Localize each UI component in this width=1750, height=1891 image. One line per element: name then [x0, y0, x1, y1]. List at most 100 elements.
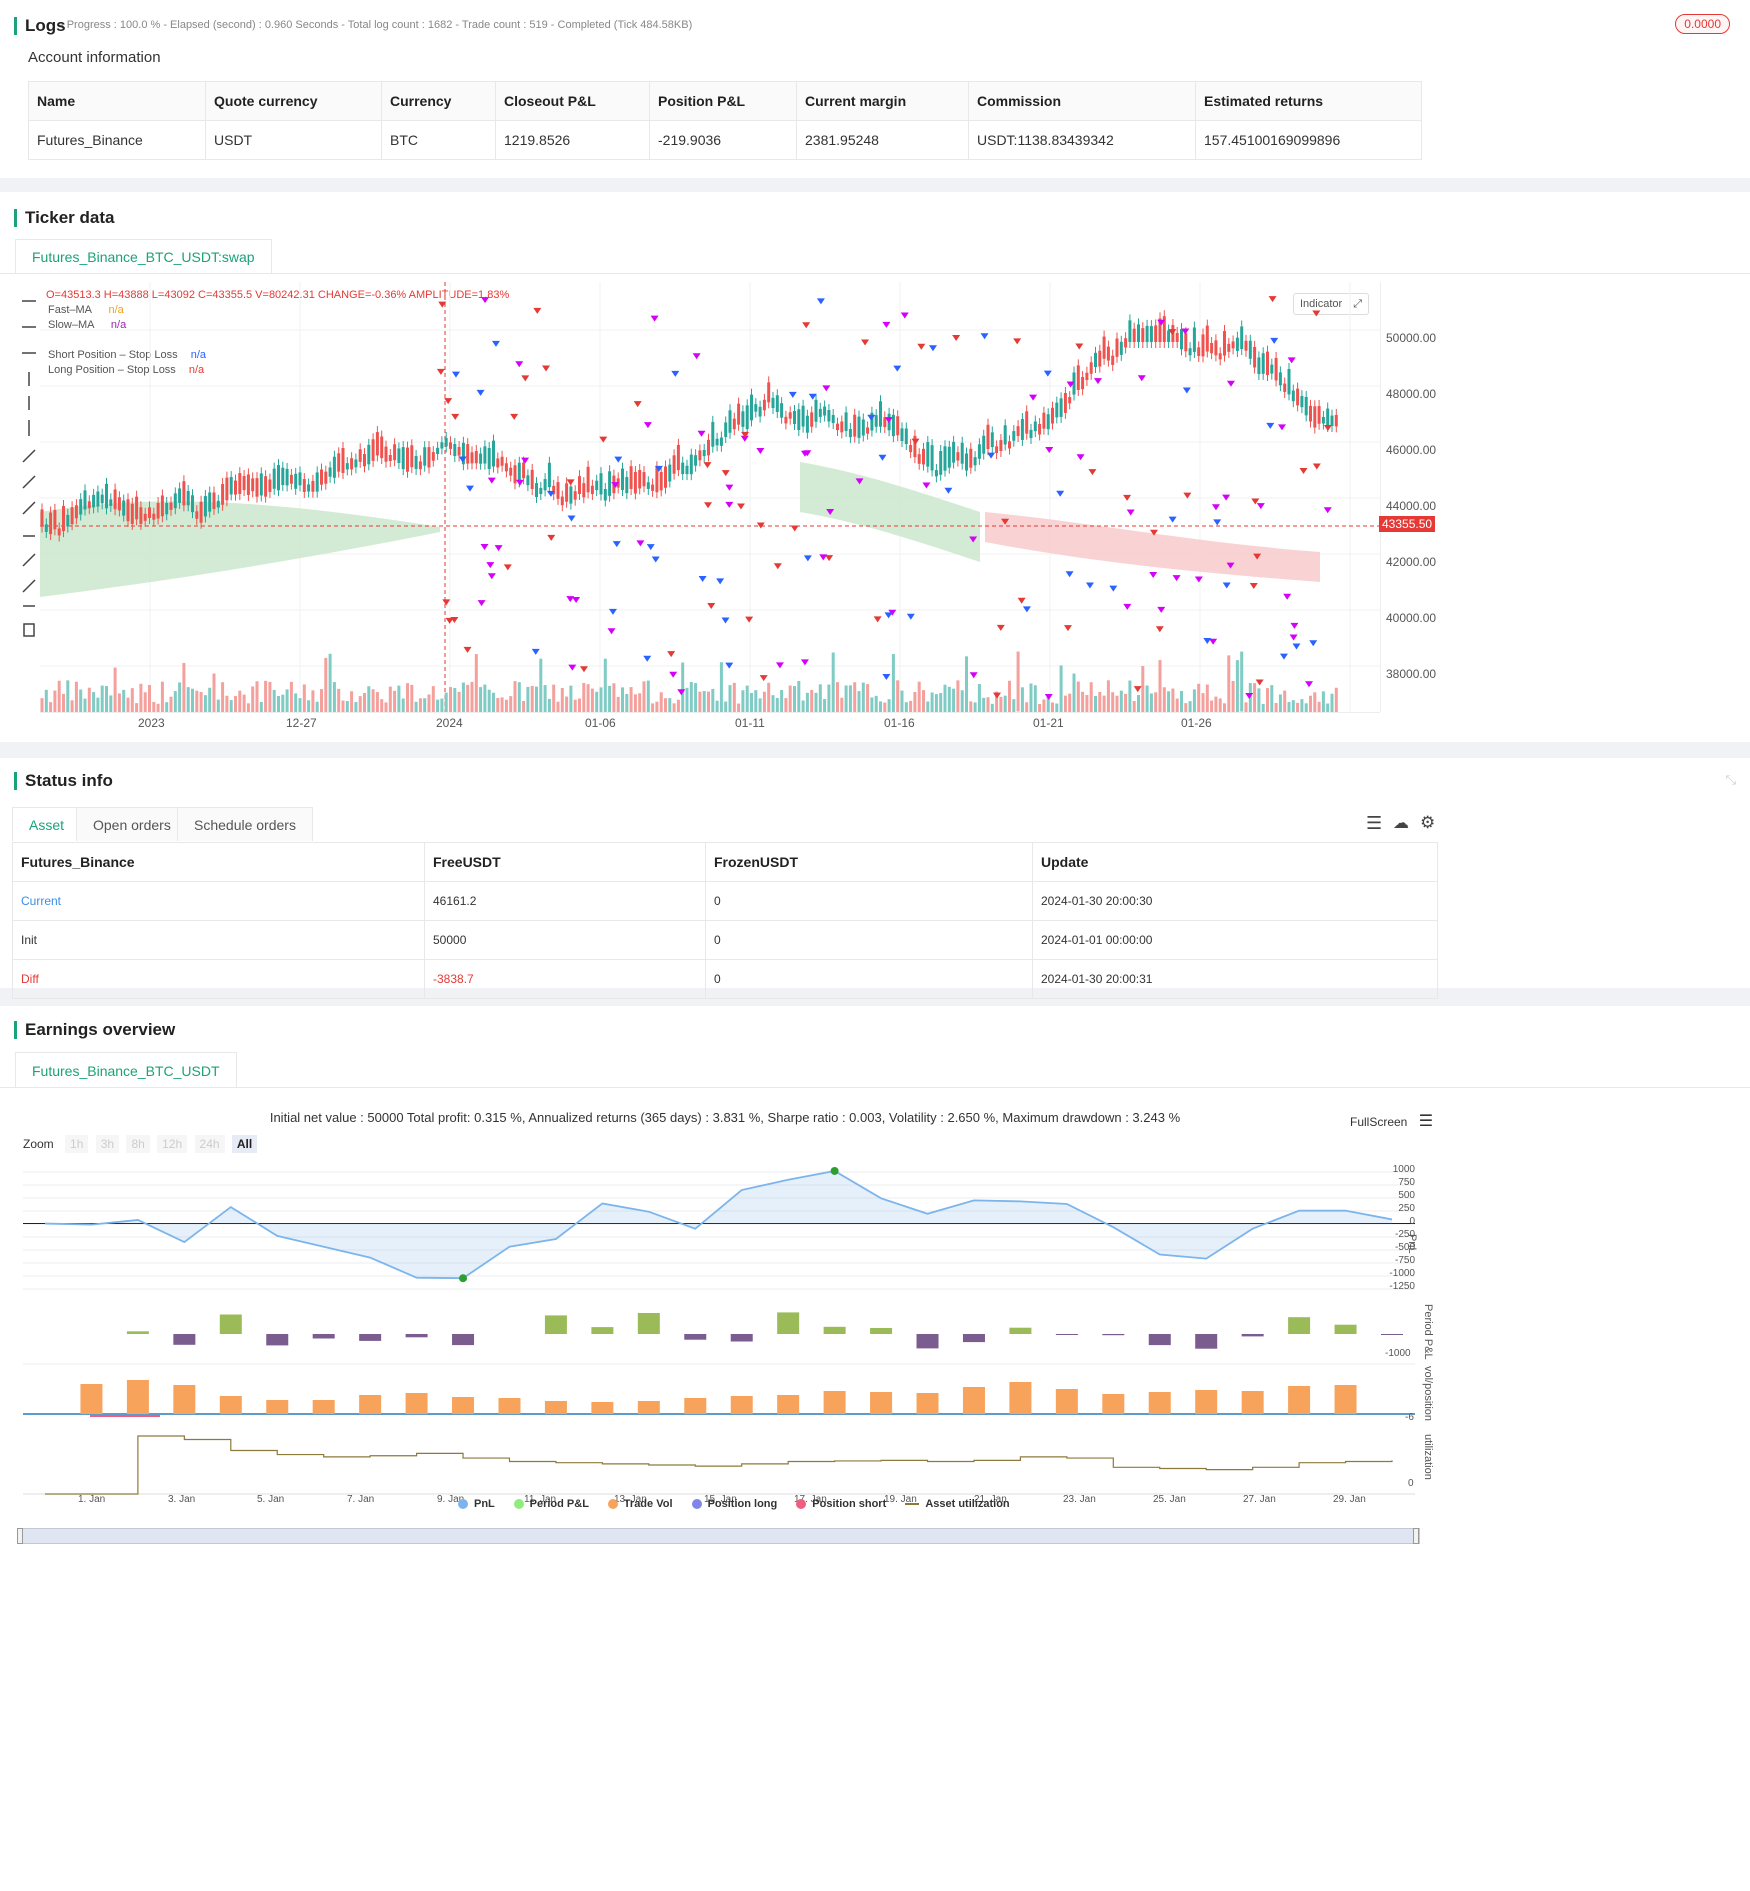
settings-icon[interactable]: ⚙	[1420, 813, 1435, 833]
candle-body	[380, 436, 384, 459]
volume-bar	[1076, 681, 1080, 712]
zoom-1h[interactable]: 1h	[65, 1135, 89, 1153]
segment-line-icon[interactable]	[22, 501, 36, 515]
trade-vol-bar	[777, 1395, 800, 1414]
close-panel-icon[interactable]: ⤡	[1726, 772, 1736, 788]
candle-body	[1167, 330, 1171, 342]
volume-bar	[418, 698, 422, 712]
candle-body	[83, 490, 87, 510]
candle-body	[384, 446, 388, 462]
trade-marker	[980, 333, 989, 340]
trend-line-icon[interactable]	[22, 449, 36, 463]
list-icon[interactable]: ☰	[1366, 813, 1382, 834]
tab-ticker-symbol[interactable]: Futures_Binance_BTC_USDT:swap	[15, 239, 272, 274]
legend-position-long[interactable]: Position long	[691, 1498, 777, 1510]
axis-name-vol: vol/position	[1422, 1366, 1434, 1422]
candle-body	[277, 465, 280, 491]
trade-vol-bar	[591, 1402, 614, 1414]
pnl-tick: -1000	[1389, 1268, 1415, 1279]
parallel-lines-icon[interactable]	[22, 553, 36, 567]
candle-body	[113, 489, 117, 510]
navigator[interactable]	[20, 1528, 1420, 1544]
candle-body	[393, 444, 397, 461]
earnings-chart[interactable]	[0, 1156, 1450, 1546]
axis-name-util: utilization	[1422, 1434, 1434, 1480]
candle-body	[272, 468, 276, 489]
trade-marker	[928, 345, 937, 352]
current-price-label: 43355.50	[1379, 516, 1436, 532]
candlestick-chart[interactable]	[40, 282, 1380, 712]
candle-body	[1076, 365, 1080, 390]
tab-earnings-symbol[interactable]: Futures_Binance_BTC_USDT	[15, 1052, 237, 1088]
volume-bar	[264, 680, 268, 712]
tab-asset[interactable]: Asset	[12, 807, 82, 841]
candle-body	[66, 514, 70, 527]
volume-bar	[1309, 695, 1312, 712]
zoom-3h[interactable]: 3h	[95, 1135, 120, 1153]
zoom-12h[interactable]: 12h	[157, 1135, 188, 1153]
legend-trade-vol[interactable]: Trade Vol	[607, 1498, 673, 1510]
candle-body	[767, 382, 771, 403]
fib-icon[interactable]	[22, 579, 36, 593]
trade-marker	[1063, 625, 1072, 632]
volume-bar	[457, 691, 461, 712]
candle-body	[556, 482, 560, 499]
trade-marker	[697, 430, 706, 437]
volume-bar	[1089, 682, 1093, 712]
navigator-handle-right[interactable]	[1413, 1528, 1419, 1544]
trade-marker	[1137, 375, 1146, 382]
volume-bar	[823, 699, 827, 712]
status-panel: Status info ⤡ Asset Open orders Schedule…	[0, 758, 1750, 999]
legend-period-pnl[interactable]: Period P&L	[513, 1498, 589, 1510]
time-tick: 01-26	[1181, 716, 1212, 730]
volume-bar	[535, 686, 538, 712]
volume-bar	[1231, 681, 1235, 712]
candle-body	[642, 472, 646, 487]
volume-bar	[896, 680, 900, 712]
volume-bar	[771, 695, 775, 712]
axis-name-period: Period P&L	[1422, 1304, 1434, 1360]
legend-position-short[interactable]: Position short	[796, 1498, 886, 1510]
candle-body	[565, 483, 569, 502]
fullscreen-button[interactable]: FullScreen ☰	[1350, 1111, 1433, 1131]
candle-body	[87, 501, 91, 509]
volume-bar	[762, 691, 766, 712]
volume-bar	[1106, 680, 1110, 712]
cell-quote-currency: USDT	[205, 120, 382, 160]
period-pnl-bar	[1195, 1334, 1218, 1349]
zoom-8h[interactable]: 8h	[126, 1135, 150, 1153]
trade-vol-bar	[219, 1396, 242, 1414]
volume-bar	[414, 701, 418, 712]
volume-bar	[1020, 687, 1024, 712]
volume-bar	[1227, 655, 1231, 712]
cloud-download-icon[interactable]: ☁	[1393, 813, 1409, 833]
volume-bar	[840, 697, 844, 712]
legend-pnl[interactable]: PnL	[458, 1498, 495, 1510]
tab-open-orders[interactable]: Open orders	[76, 807, 188, 841]
volume-bar	[793, 686, 796, 712]
cell-position-pnl: -219.9036	[649, 120, 797, 160]
trade-marker	[579, 666, 588, 673]
trade-marker	[494, 545, 503, 552]
trash-icon[interactable]	[23, 623, 35, 637]
menu-icon[interactable]: ☰	[1419, 1113, 1433, 1130]
candle-body	[53, 509, 57, 530]
ray-line-icon[interactable]	[22, 475, 36, 489]
volume-bar	[1016, 651, 1020, 712]
tab-schedule-orders[interactable]: Schedule orders	[177, 807, 313, 841]
candle-body	[311, 480, 315, 492]
volume-bar	[960, 690, 964, 712]
zoom-all[interactable]: All	[231, 1135, 258, 1153]
zoom-24h[interactable]: 24h	[194, 1135, 225, 1153]
navigator-handle-left[interactable]	[17, 1528, 23, 1544]
volume-bar	[1115, 695, 1119, 712]
volume-bar	[208, 687, 212, 712]
candle-body	[578, 476, 581, 494]
volume-bar	[741, 690, 745, 712]
candle-body	[922, 448, 925, 465]
status-accent	[14, 772, 17, 790]
legend-asset-util[interactable]: Asset utilization	[905, 1498, 1010, 1510]
account-heading: Account information	[28, 49, 161, 66]
volume-bar	[642, 681, 646, 712]
logs-status: - Progress : 100.0 % - Elapsed (second) …	[60, 19, 693, 31]
